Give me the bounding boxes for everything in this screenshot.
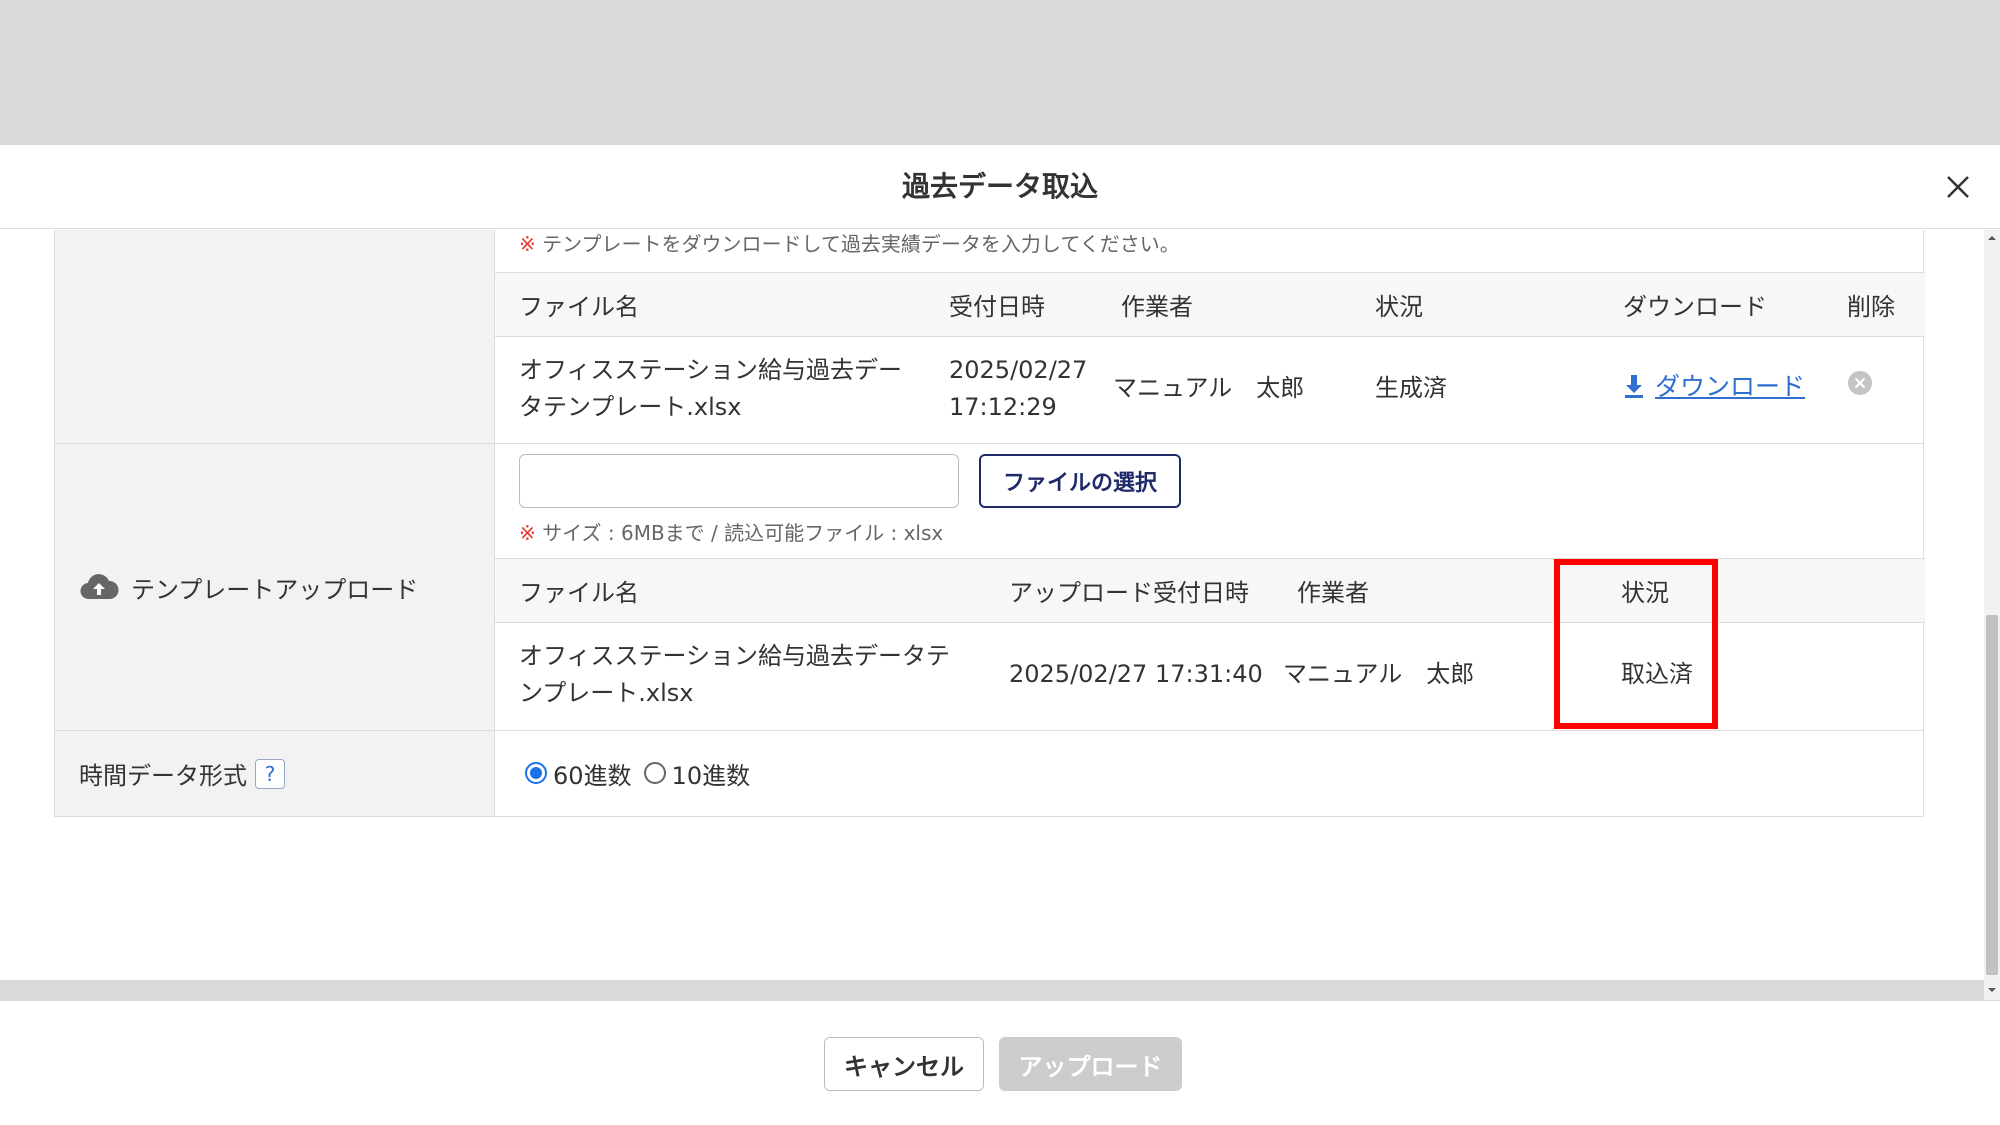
upload-note: ※ サイズ : 6MBまで / 読込可能ファイル : xlsx	[519, 521, 944, 545]
col-status: 状況	[1351, 272, 1599, 337]
download-cell: ダウンロード	[1599, 337, 1823, 441]
download-icon	[1625, 375, 1643, 398]
file-name-cell: オフィスステーション給与過去データテ ンプレート.xlsx	[519, 641, 951, 707]
file-path-input[interactable]	[519, 454, 959, 508]
operator-cell: マニュアル 太郎	[1113, 374, 1305, 403]
help-icon[interactable]: ?	[255, 758, 285, 789]
upload-row: テンプレートアップロード ファイルの選択 ※ サイズ : 6MBまで / 読込可…	[55, 443, 1925, 731]
scroll-up-arrow-icon[interactable]	[1984, 230, 2000, 246]
status-cell: 取込済	[1621, 660, 1693, 689]
upload-content: ファイルの選択 ※ サイズ : 6MBまで / 読込可能ファイル : xlsx …	[495, 444, 1925, 731]
form-table: ※ テンプレートをダウンロードして過去実績データを入力してください。 ファイル名…	[54, 230, 1925, 817]
upload-label-cell: テンプレートアップロード	[55, 444, 495, 730]
upload-table: ファイル名 アップロード受付日時 作業者 状況 オフィスステーション給与過去デー…	[495, 558, 1925, 727]
col-operator: 作業者	[1097, 272, 1351, 337]
upload-table-header: ファイル名 アップロード受付日時 作業者 状況	[495, 558, 1925, 623]
close-icon	[1947, 176, 1969, 198]
download-label-cell	[55, 230, 495, 443]
operator-cell: マニュアル 太郎	[1283, 660, 1475, 689]
delete-cell	[1823, 337, 1925, 441]
upload-label: テンプレートアップロード	[131, 575, 419, 604]
scroll-down-arrow-icon[interactable]	[1984, 982, 2000, 998]
modal-footer: キャンセル アップロード	[0, 1000, 2000, 1125]
download-link[interactable]: ダウンロード	[1623, 368, 1805, 405]
col-received-at: 受付日時	[925, 272, 1097, 337]
time-format-content: 60進数 10進数	[495, 731, 1923, 815]
col-file-name: ファイル名	[495, 272, 925, 337]
cloud-upload-icon	[80, 574, 119, 600]
col-delete: 削除	[1823, 272, 1925, 337]
download-row: ※ テンプレートをダウンロードして過去実績データを入力してください。 ファイル名…	[55, 230, 1925, 443]
import-modal: 過去データ取込 ※ テンプレートをダウンロードして過去実績データを入力してくださ…	[0, 145, 2000, 1125]
time-format-label-cell: 時間データ形式 ?	[55, 731, 495, 816]
modal-header: 過去データ取込	[0, 145, 2000, 229]
modal-body[interactable]: ※ テンプレートをダウンロードして過去実績データを入力してください。 ファイル名…	[0, 230, 2000, 1000]
scrollbar-track[interactable]	[1984, 230, 2000, 1000]
time-format-row: 時間データ形式 ? 60進数 10進数	[55, 730, 1923, 816]
modal-title: 過去データ取込	[901, 170, 1098, 203]
upload-button[interactable]: アップロード	[999, 1037, 1182, 1091]
cancel-button[interactable]: キャンセル	[824, 1037, 984, 1091]
file-name-cell: オフィスステーション給与過去デー タテンプレート.xlsx	[519, 355, 903, 421]
download-table: ファイル名 受付日時 作業者 状況 ダウンロード 削除 オフィスステーション給与…	[495, 272, 1925, 441]
col-operator: 作業者	[1273, 558, 1573, 623]
close-button[interactable]	[1936, 165, 1980, 209]
radio-10-base-label[interactable]: 10進数	[672, 756, 751, 791]
radio-10-base[interactable]	[643, 762, 666, 784]
scrollbar-thumb[interactable]	[1986, 615, 1998, 975]
delete-icon[interactable]	[1847, 370, 1873, 396]
download-note: ※ テンプレートをダウンロードして過去実績データを入力してください。	[519, 232, 1180, 256]
download-content: ※ テンプレートをダウンロードして過去実績データを入力してください。 ファイル名…	[495, 230, 1925, 441]
received-at-cell: 2025/02/27 17:12:29	[949, 355, 1088, 421]
col-upload-received-at: アップロード受付日時	[985, 558, 1273, 623]
col-status: 状況	[1573, 558, 1925, 623]
radio-60-base-label[interactable]: 60進数	[553, 756, 632, 791]
time-format-label: 時間データ形式	[79, 762, 247, 790]
radio-60-base[interactable]	[525, 762, 547, 784]
download-table-header: ファイル名 受付日時 作業者 状況 ダウンロード 削除	[495, 272, 1925, 337]
upload-date-cell: 2025/02/27 17:31:40	[1009, 660, 1263, 689]
table-row: オフィスステーション給与過去データテ ンプレート.xlsx 2025/02/27…	[495, 623, 1925, 727]
time-format-options: 60進数 10進数	[495, 731, 1923, 815]
select-file-button[interactable]: ファイルの選択	[979, 454, 1181, 508]
status-cell: 生成済	[1375, 374, 1447, 403]
col-download: ダウンロード	[1599, 272, 1823, 337]
table-row: オフィスステーション給与過去デー タテンプレート.xlsx 2025/02/27…	[495, 337, 1925, 441]
col-file-name: ファイル名	[495, 558, 985, 623]
